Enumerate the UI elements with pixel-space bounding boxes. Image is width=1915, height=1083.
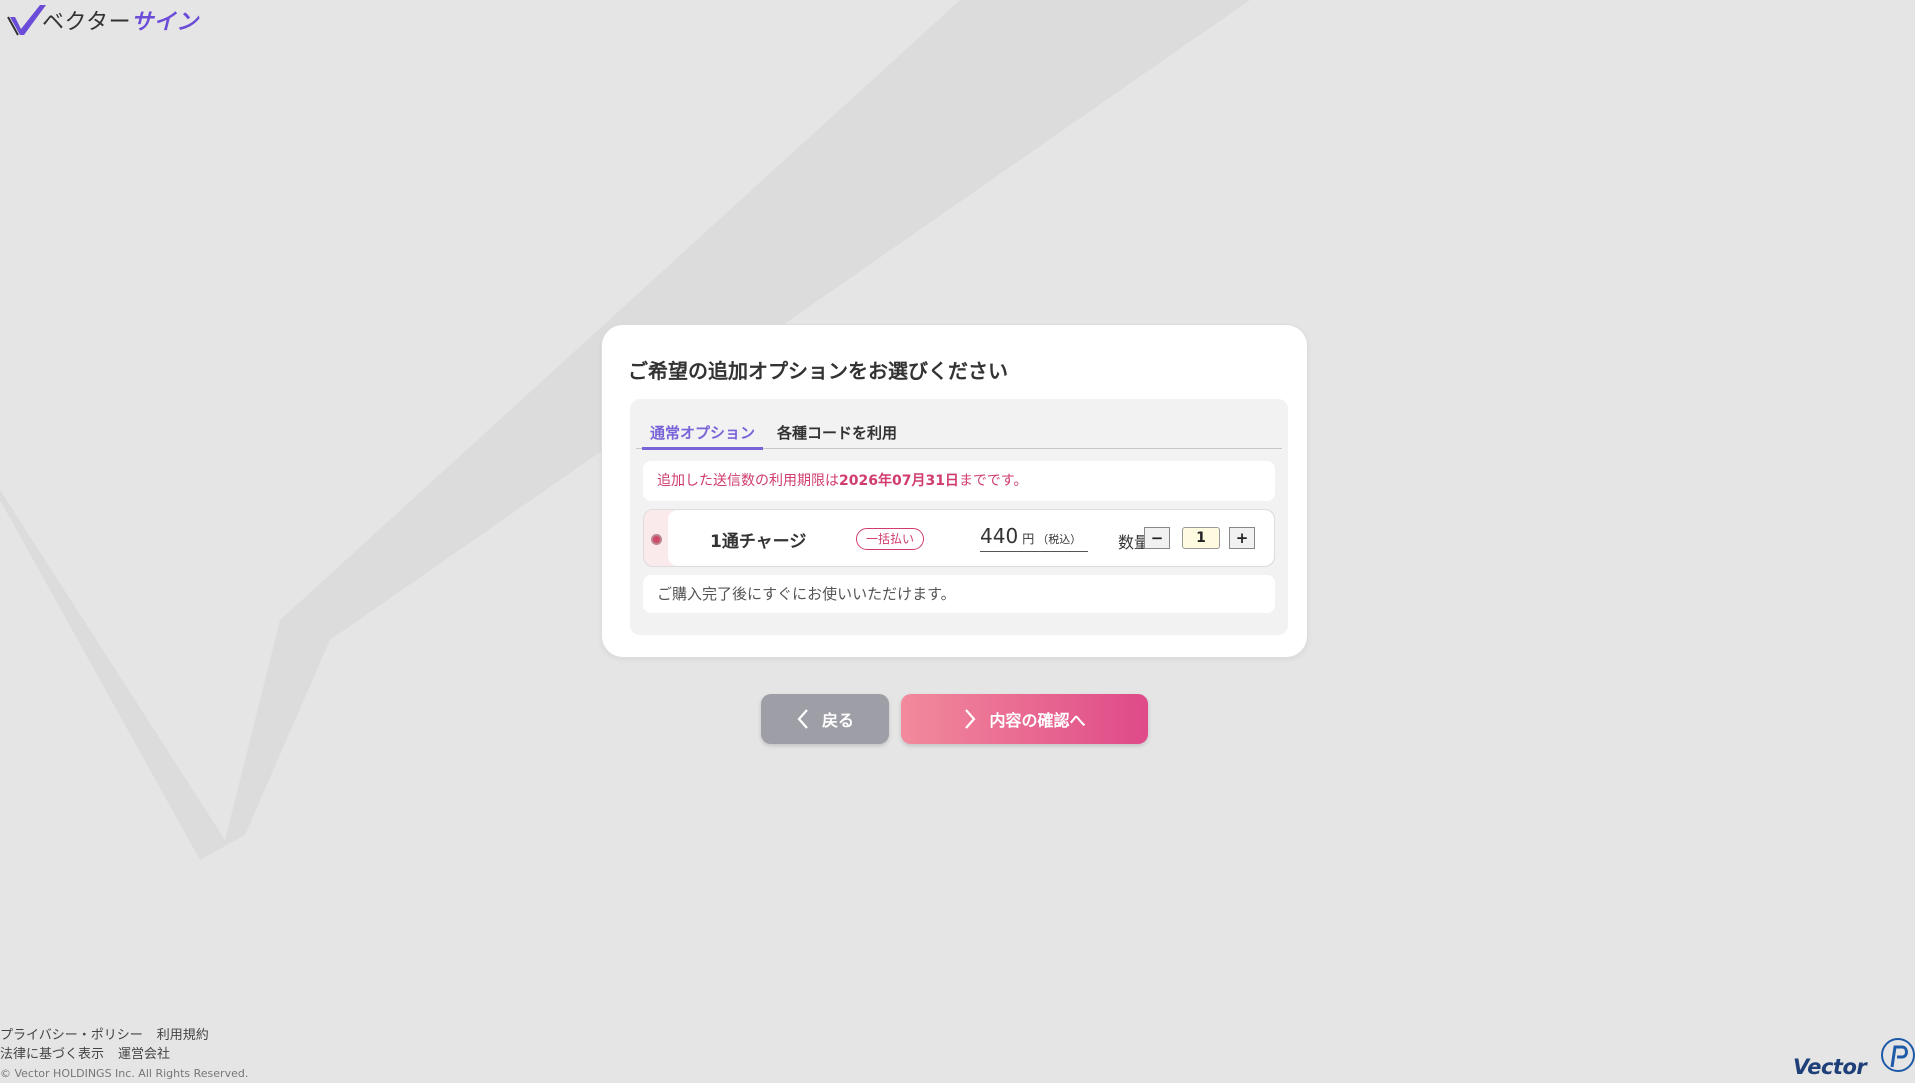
tab-normal-option[interactable]: 通常オプション [642, 409, 764, 450]
footer-link-legal[interactable]: 法律に基づく表示 [0, 1047, 104, 1062]
chevron-left-icon [797, 709, 808, 729]
tab-use-code[interactable]: 各種コードを利用 [769, 409, 905, 449]
option-card: ご希望の追加オプションをお選びください 通常オプション 各種コードを利用 追加し… [601, 324, 1308, 658]
expiry-notice: 追加した送信数の利用期限は2026年07月31日までです。 [643, 461, 1275, 501]
vector-logo[interactable]: Vector [1793, 1055, 1867, 1079]
tax-label: （税込） [1037, 533, 1082, 546]
option-radio[interactable] [651, 534, 662, 545]
option-tabs: 通常オプション 各種コードを利用 [636, 409, 1282, 450]
option-row[interactable]: 1通チャージ 一括払い 440円（税込） 数量 − + [643, 509, 1275, 567]
price-unit: 円 [1022, 532, 1035, 546]
logo-text: ベクターサイン [42, 10, 199, 35]
confirm-button-label: 内容の確認へ [989, 711, 1086, 730]
option-name: 1通チャージ [710, 532, 807, 552]
footer-link-terms[interactable]: 利用規約 [157, 1028, 209, 1043]
option-price: 440 円（税込） [980, 524, 1088, 552]
footer: プライバシー・ポリシー 利用規約 法律に基づく表示 運営会社 © Vector HO… [0, 1026, 248, 1083]
option-description: ご購入完了後にすぐにお使いいただけます。 [643, 575, 1275, 613]
confirm-button[interactable]: 内容の確認へ [901, 694, 1148, 744]
copyright: © Vector HOLDINGS Inc. All Rights Reserv… [0, 1067, 249, 1080]
footer-link-privacy[interactable]: プライバシー・ポリシー [0, 1028, 143, 1043]
expiry-date: 2026年07月31日 [839, 473, 959, 489]
app-logo[interactable]: ベクターサイン [6, 2, 199, 38]
back-button[interactable]: 戻る [761, 694, 889, 744]
back-button-label: 戻る [821, 711, 854, 730]
quantity-input[interactable] [1182, 527, 1220, 549]
price-value: 440 [980, 524, 1019, 548]
privacy-mark-icon [1881, 1038, 1915, 1072]
footer-link-company[interactable]: 運営会社 [118, 1047, 170, 1062]
option-panel: 通常オプション 各種コードを利用 追加した送信数の利用期限は2026年07月31… [630, 399, 1288, 635]
payment-badge: 一括払い [856, 528, 924, 550]
quantity-increment-button[interactable]: + [1229, 527, 1255, 549]
chevron-right-icon [965, 709, 976, 729]
card-title: ご希望の追加オプションをお選びください [628, 359, 1008, 383]
quantity-decrement-button[interactable]: − [1144, 527, 1170, 549]
